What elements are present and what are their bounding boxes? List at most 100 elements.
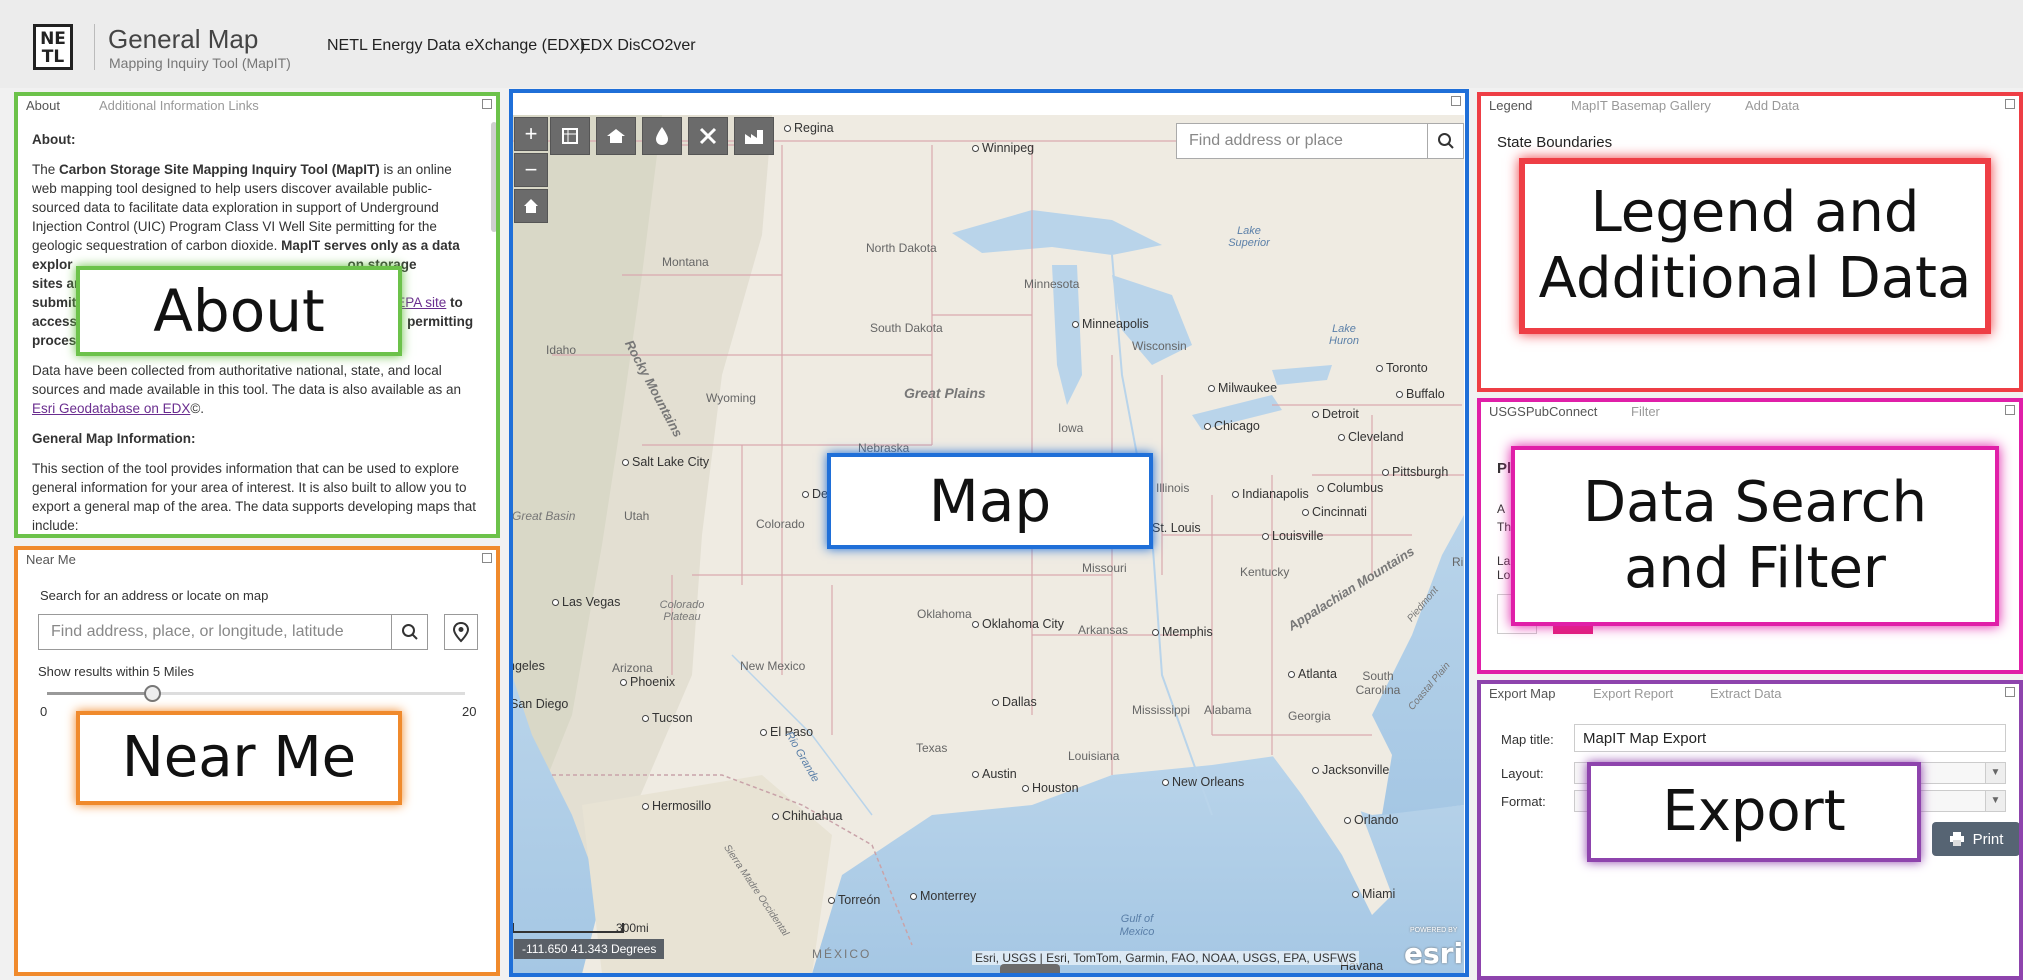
zoom-out-button[interactable]: − xyxy=(514,153,548,187)
map-search-input[interactable] xyxy=(1176,123,1428,159)
city-label: ngeles xyxy=(512,659,545,673)
slider-min-label: 0 xyxy=(40,704,48,719)
map-title-label: Map title: xyxy=(1501,732,1554,747)
city-label: Toronto xyxy=(1376,361,1428,375)
about-scrollbar[interactable] xyxy=(491,122,497,232)
state-label: New Mexico xyxy=(740,659,806,673)
city-label: Oklahoma City xyxy=(972,617,1064,631)
tab-add-data[interactable]: Add Data xyxy=(1745,98,1799,113)
zoom-in-button[interactable]: + xyxy=(514,117,548,151)
distance-slider-track[interactable] xyxy=(47,692,465,695)
tab-additional-info[interactable]: Additional Information Links xyxy=(99,98,259,113)
water-tool-button[interactable] xyxy=(642,117,682,155)
city-label: Orlando xyxy=(1344,813,1398,827)
state-label: Iowa xyxy=(1058,421,1084,435)
city-label: Tucson xyxy=(642,711,693,725)
near-me-search-input[interactable] xyxy=(38,614,392,650)
mining-tool-button[interactable] xyxy=(688,117,728,155)
location-pin-icon xyxy=(452,621,470,643)
epa-site-link[interactable]: EPA site xyxy=(396,295,446,310)
maximize-icon[interactable] xyxy=(2005,99,2015,109)
city-label: Phoenix xyxy=(620,675,675,689)
disco2ver-link[interactable]: EDX DisCO2ver xyxy=(580,37,696,55)
near-me-label: Near Me xyxy=(76,711,402,805)
map-label: Map xyxy=(827,453,1153,549)
city-label: Winnipeg xyxy=(972,141,1034,155)
buildings-tool-button[interactable] xyxy=(596,117,636,155)
print-button[interactable]: Print xyxy=(1932,822,2020,856)
logo-text: NE TL xyxy=(40,29,66,67)
layers-tool-button[interactable] xyxy=(550,117,590,155)
para1-pre: The xyxy=(32,162,60,177)
state-label: Wisconsin xyxy=(1132,339,1187,353)
search-text-fragment: Th xyxy=(1497,520,1512,534)
city-label: Las Vegas xyxy=(552,595,620,609)
legend-tabs: Legend MapIT Basemap Gallery Add Data xyxy=(1477,92,2023,118)
city-label: Columbus xyxy=(1317,481,1383,495)
frag-submit: submit xyxy=(32,295,77,310)
tab-usgs-pubconnect[interactable]: USGSPubConnect xyxy=(1489,404,1597,419)
netl-logo[interactable]: NE TL xyxy=(33,24,73,70)
region-label: Great Basin xyxy=(512,509,576,523)
frag-explor: explor xyxy=(32,257,73,272)
tab-export-report[interactable]: Export Report xyxy=(1593,686,1673,701)
maximize-icon[interactable] xyxy=(482,553,492,563)
region-label: Great Plains xyxy=(904,385,986,401)
state-label: Arizona xyxy=(612,661,653,675)
edx-link[interactable]: NETL Energy Data eXchange (EDX) xyxy=(327,37,585,55)
home-button[interactable] xyxy=(514,189,548,223)
tab-export-map[interactable]: Export Map xyxy=(1489,686,1555,701)
city-label: Louisville xyxy=(1262,529,1323,543)
esri-logo[interactable]: esri xyxy=(1404,937,1463,970)
tab-extract-data[interactable]: Extract Data xyxy=(1710,686,1782,701)
map-attribution[interactable]: Esri, USGS | Esri, TomTom, Garmin, FAO, … xyxy=(972,951,1360,965)
tab-near-me[interactable]: Near Me xyxy=(26,552,76,567)
coordinate-readout[interactable]: -111.650 41.343 Degrees xyxy=(514,939,665,959)
esri-powered-text: POWERED BY xyxy=(1410,927,1458,934)
water-label: Lake Superior xyxy=(1228,225,1270,249)
general-map-heading: General Map Information: xyxy=(32,431,196,446)
state-label: Montana xyxy=(662,255,709,269)
layout-label: Layout: xyxy=(1501,766,1544,781)
tab-basemap-gallery[interactable]: MapIT Basemap Gallery xyxy=(1571,98,1711,113)
tab-about[interactable]: About xyxy=(26,98,60,113)
search-tabs: USGSPubConnect Filter xyxy=(1477,398,2023,424)
frag-access: access xyxy=(32,314,78,329)
state-label: Georgia xyxy=(1288,709,1331,723)
industry-tool-button[interactable] xyxy=(734,117,774,155)
tab-legend[interactable]: Legend xyxy=(1489,98,1532,113)
locate-button[interactable] xyxy=(444,614,478,650)
search-icon xyxy=(1437,133,1454,149)
format-label: Format: xyxy=(1501,794,1546,809)
scale-bar xyxy=(512,923,624,933)
city-label: Chihuahua xyxy=(772,809,842,823)
city-label: Cincinnati xyxy=(1302,505,1367,519)
app-header: NE TL General Map Mapping Inquiry Tool (… xyxy=(0,0,2023,88)
maximize-icon[interactable] xyxy=(1451,96,1461,106)
state-label: Minnesota xyxy=(1024,277,1080,291)
city-label: Milwaukee xyxy=(1208,381,1277,395)
city-label: Indianapolis xyxy=(1232,487,1309,501)
attribution-toggle[interactable] xyxy=(1000,964,1060,974)
about-tabs: About Additional Information Links xyxy=(14,92,500,118)
map-search-button[interactable] xyxy=(1428,123,1464,159)
esri-geodatabase-link[interactable]: Esri Geodatabase on EDX xyxy=(32,401,190,416)
map-title-input[interactable] xyxy=(1574,724,2006,752)
near-me-tabs: Near Me xyxy=(14,546,500,572)
state-label: Kentucky xyxy=(1240,565,1290,579)
printer-icon xyxy=(1949,832,1964,846)
house-icon xyxy=(607,129,625,143)
legend-label: Legend and Additional Data xyxy=(1519,158,1991,334)
region-label: MÉXICO xyxy=(812,947,872,961)
maximize-icon[interactable] xyxy=(482,99,492,109)
city-label: Houston xyxy=(1022,781,1079,795)
maximize-icon[interactable] xyxy=(2005,405,2015,415)
maximize-icon[interactable] xyxy=(2005,687,2015,697)
tab-filter[interactable]: Filter xyxy=(1631,404,1660,419)
distance-slider-thumb[interactable] xyxy=(143,685,161,702)
about-paragraph-2: Data have been collected from authoritat… xyxy=(32,361,477,418)
near-me-search-button[interactable] xyxy=(392,614,428,650)
water-label: Lake Huron xyxy=(1329,323,1359,347)
city-label: Miami xyxy=(1352,887,1395,901)
city-label: Cleveland xyxy=(1338,430,1404,444)
